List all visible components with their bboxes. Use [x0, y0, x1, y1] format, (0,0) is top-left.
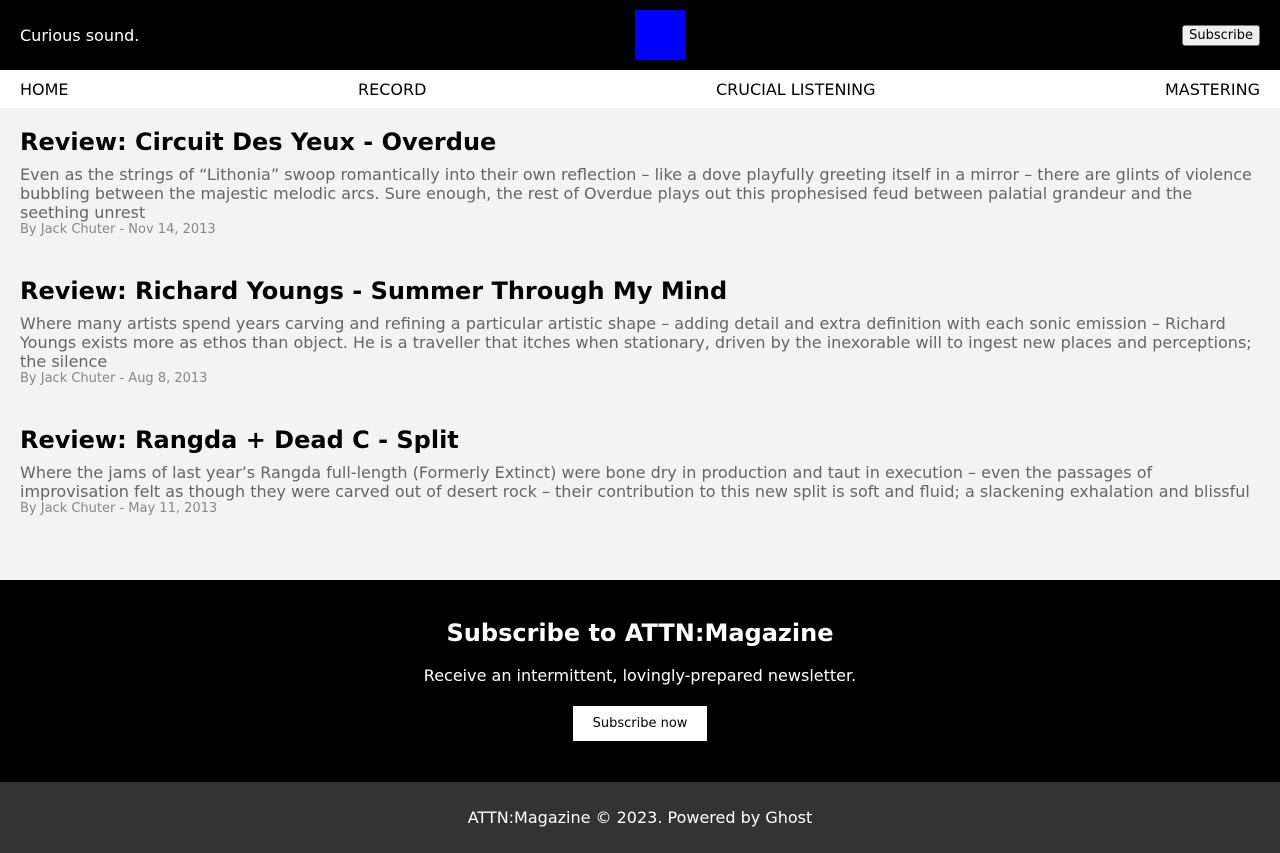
post-meta: By Jack Chuter - Aug 8, 2013: [20, 371, 208, 386]
nav-item-crucial-listening[interactable]: CRUCIAL LISTENING: [716, 80, 876, 99]
post-list: Review: Circuit Des Yeux - Overdue Even …: [0, 108, 1280, 580]
post-excerpt: Even as the strings of “Lithonia” swoop …: [20, 165, 1252, 222]
site-logo[interactable]: [635, 10, 685, 60]
newsletter-title: Subscribe to ATTN:Magazine: [446, 619, 834, 647]
subscribe-button[interactable]: Subscribe: [1182, 24, 1260, 46]
main-nav: HOME RECORD CRUCIAL LISTENING MASTERING: [0, 70, 1280, 108]
nav-item-home[interactable]: HOME: [20, 80, 69, 99]
post-card: Review: Circuit Des Yeux - Overdue Even …: [20, 127, 1260, 238]
subscribe-now-button[interactable]: Subscribe now: [573, 706, 707, 741]
post-card: Review: Rangda + Dead C - Split Where th…: [20, 425, 1260, 517]
site-tagline: Curious sound.: [20, 25, 140, 45]
post-title[interactable]: Review: Circuit Des Yeux - Overdue: [20, 127, 1260, 157]
post-title[interactable]: Review: Richard Youngs - Summer Through …: [20, 276, 1260, 306]
newsletter-section: Subscribe to ATTN:Magazine Receive an in…: [0, 580, 1280, 782]
site-footer: ATTN:Magazine © 2023. Powered by Ghost: [0, 782, 1280, 853]
post-card: Review: Richard Youngs - Summer Through …: [20, 276, 1260, 387]
post-meta: By Jack Chuter - Nov 14, 2013: [20, 222, 216, 237]
site-header: Curious sound. Subscribe: [0, 0, 1280, 70]
nav-item-mastering[interactable]: MASTERING: [1165, 80, 1260, 99]
post-excerpt: Where the jams of last year’s Rangda ful…: [20, 463, 1250, 501]
post-meta: By Jack Chuter - May 11, 2013: [20, 501, 218, 516]
post-title[interactable]: Review: Rangda + Dead C - Split: [20, 425, 1260, 455]
nav-item-record[interactable]: RECORD: [358, 80, 426, 99]
footer-text: ATTN:Magazine © 2023. Powered by Ghost: [467, 808, 813, 827]
post-excerpt: Where many artists spend years carving a…: [20, 314, 1252, 371]
newsletter-description: Receive an intermittent, lovingly-prepar…: [423, 666, 857, 685]
